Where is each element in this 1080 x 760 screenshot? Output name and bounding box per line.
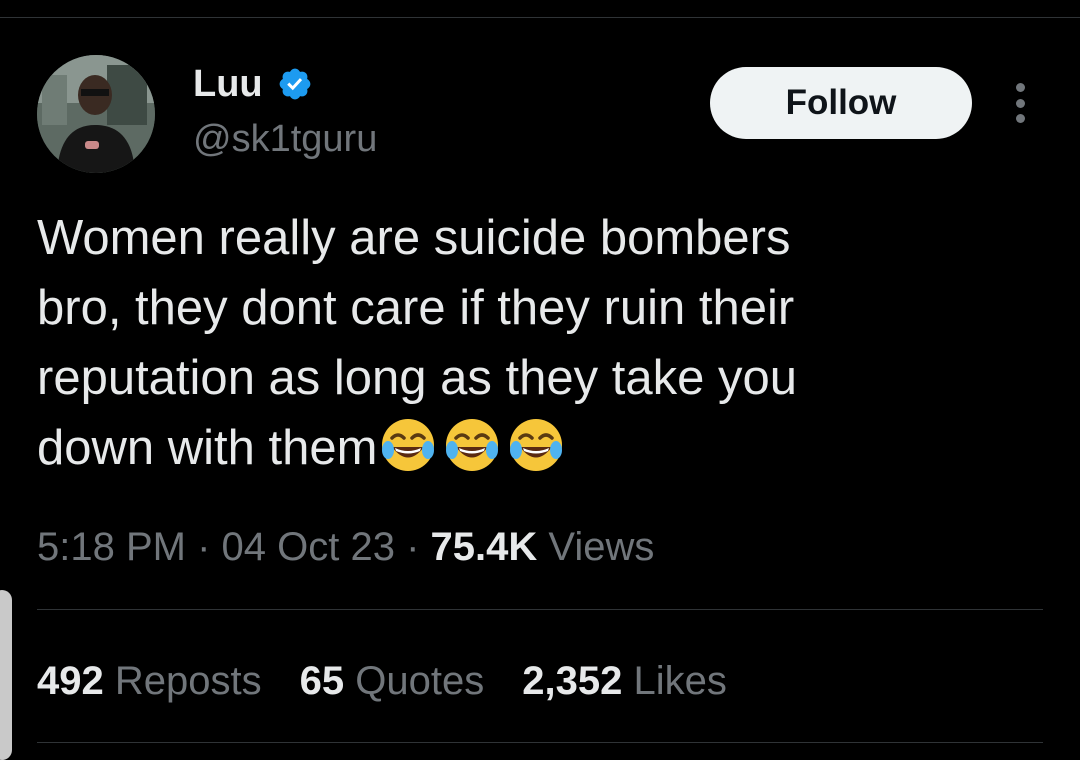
top-divider	[0, 17, 1080, 18]
emoji-group	[379, 416, 565, 474]
views-count: 75.4K	[430, 525, 538, 569]
reposts-count: 492	[37, 659, 104, 703]
more-options-dot	[1015, 83, 1025, 92]
tweet-date[interactable]: 04 Oct 23	[222, 525, 395, 569]
tweet-text-line: bro, they dont care if they ruin their	[37, 281, 795, 335]
author-name-row: Luu	[193, 62, 313, 106]
author-display-name[interactable]: Luu	[193, 62, 263, 106]
reposts-stat[interactable]: 492 Reposts	[37, 656, 262, 706]
quotes-label: Quotes	[355, 659, 485, 703]
more-options-dot	[1015, 114, 1025, 123]
likes-count: 2,352	[522, 659, 623, 703]
tweet-text: Women really are suicide bombers bro, th…	[37, 203, 977, 483]
quotes-stat[interactable]: 65 Quotes	[300, 656, 485, 706]
more-options-dot	[1015, 98, 1025, 108]
likes-label: Likes	[633, 659, 727, 703]
meta-separator: ·	[185, 525, 222, 569]
reposts-label: Reposts	[114, 659, 262, 703]
tweet-time[interactable]: 5:18 PM	[37, 525, 186, 569]
quotes-count: 65	[299, 659, 345, 703]
laughing-tears-emoji-icon	[382, 419, 435, 471]
meta-separator: ·	[394, 525, 431, 569]
views-label: Views	[548, 525, 655, 569]
laughing-tears-emoji-icon	[446, 419, 499, 471]
avatar-photo	[37, 55, 155, 173]
likes-stat[interactable]: 2,352 Likes	[522, 656, 727, 706]
tweet-meta: 5:18 PM · 04 Oct 23 · 75.4K Views	[37, 522, 654, 572]
tweet-text-line-last: down with them	[37, 413, 977, 483]
tweet-text-line: reputation as long as they take you	[37, 351, 798, 405]
follow-button[interactable]: Follow	[710, 67, 972, 139]
tweet-text-line: down with them	[37, 421, 378, 475]
engagement-stats: 492 Reposts 65 Quotes 2,352 Likes	[37, 656, 727, 706]
divider	[37, 609, 1043, 610]
avatar[interactable]	[37, 55, 155, 173]
author-handle[interactable]: @sk1tguru	[193, 117, 377, 161]
tweet-text-line: Women really are suicide bombers	[37, 211, 791, 265]
more-options-icon[interactable]	[1008, 83, 1032, 123]
laughing-tears-emoji-icon	[510, 419, 563, 471]
verified-badge-icon	[279, 68, 311, 100]
screen-edge-handle[interactable]	[0, 590, 12, 760]
divider	[37, 742, 1043, 743]
